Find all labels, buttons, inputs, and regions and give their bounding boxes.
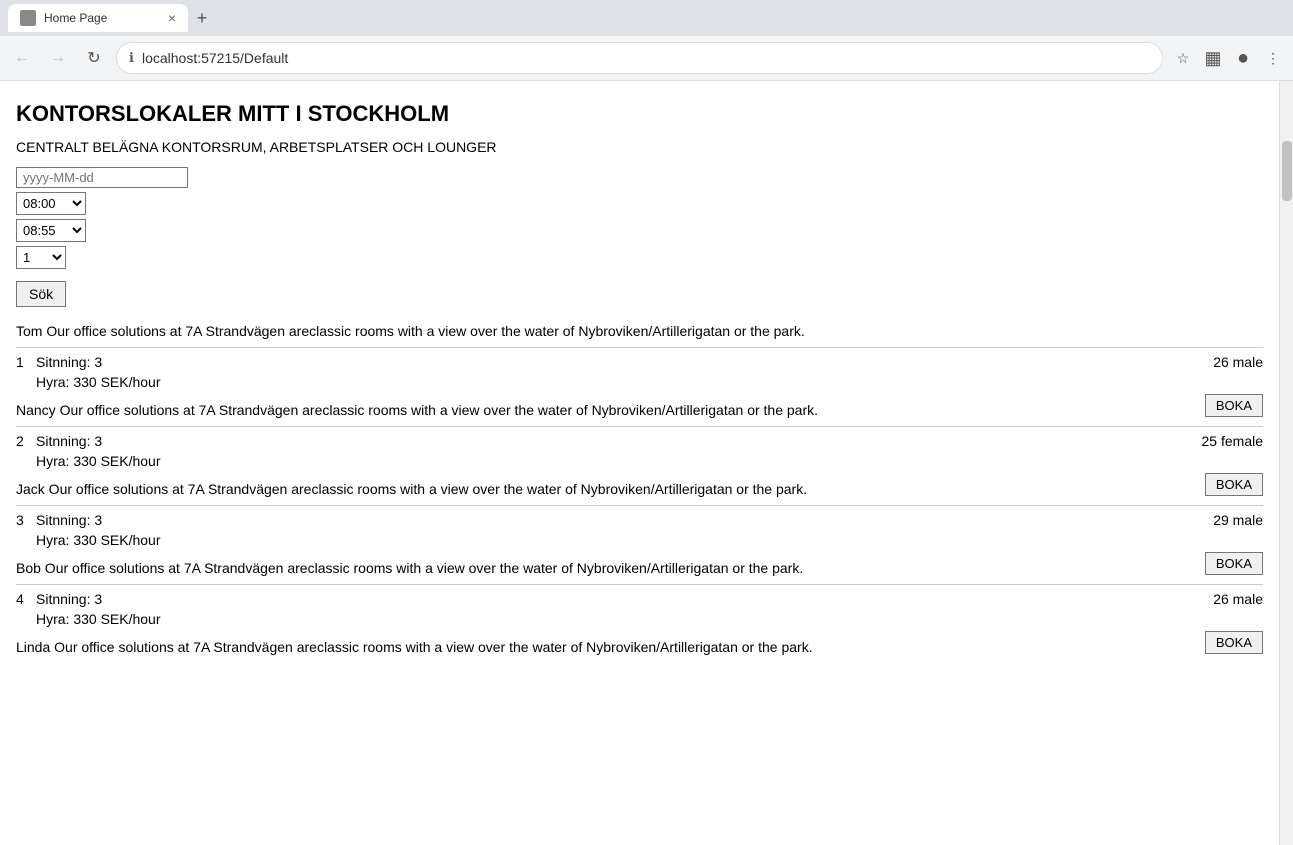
listing-3-age-gender: 29 male xyxy=(1213,512,1263,528)
listing-5-description: Linda Our office solutions at 7A Strandv… xyxy=(16,639,1263,655)
url-info-icon: ℹ xyxy=(129,50,134,66)
extension-icon[interactable]: ▦ xyxy=(1201,46,1225,70)
scrollbar-thumb[interactable] xyxy=(1282,141,1292,201)
bookmark-icon[interactable]: ☆ xyxy=(1171,46,1195,70)
listing-2-hyra: Hyra: 330 SEK/hour xyxy=(36,453,1263,469)
listing-number-4: 4 xyxy=(16,591,26,607)
listing-3-info: Sitnning: 3 29 male xyxy=(36,512,1263,528)
boka-button-4[interactable]: BOKA xyxy=(1205,631,1263,654)
page-content: KONTORSLOKALER MITT I STOCKHOLM CENTRALT… xyxy=(0,81,1279,845)
listing-4-description: Bob Our office solutions at 7A Strandväg… xyxy=(16,560,1263,576)
profile-icon[interactable]: ● xyxy=(1231,46,1255,70)
listing-1-hyra: Hyra: 330 SEK/hour xyxy=(36,374,1263,390)
listing-number-3: 3 xyxy=(16,512,26,528)
url-bar[interactable]: ℹ localhost:57215/Default xyxy=(116,42,1163,74)
browser-actions: ☆ ▦ ● ⋮ xyxy=(1171,46,1285,70)
listing-number-1: 1 xyxy=(16,354,26,370)
listing-3-hyra: Hyra: 330 SEK/hour xyxy=(36,532,1263,548)
listing-4-age-gender: 26 male xyxy=(1213,591,1263,607)
url-text: localhost:57215/Default xyxy=(142,50,1150,66)
forward-button[interactable]: → xyxy=(44,44,72,72)
listing-4-hyra: Hyra: 330 SEK/hour xyxy=(36,611,1263,627)
search-button[interactable]: Sök xyxy=(16,281,66,307)
listing-2-age-gender: 25 female xyxy=(1202,433,1263,449)
listing-2-info: Sitnning: 3 25 female xyxy=(36,433,1263,449)
listing-3-description: Jack Our office solutions at 7A Strandvä… xyxy=(16,481,1263,497)
start-time-select[interactable]: 08:00 08:30 09:00 09:30 10:00 xyxy=(16,192,86,215)
listings-container: 1 Sitnning: 3 26 male Hyra: 330 SEK/hour… xyxy=(16,347,1263,655)
listing-1-age-gender: 26 male xyxy=(1213,354,1263,370)
listing-item-3: 3 Sitnning: 3 29 male Hyra: 330 SEK/hour… xyxy=(16,505,1263,548)
address-bar: ← → ↻ ℹ localhost:57215/Default ☆ ▦ ● ⋮ xyxy=(0,36,1293,80)
listing-1-sitnning: Sitnning: 3 xyxy=(36,354,102,370)
listing-3-sitnning: Sitnning: 3 xyxy=(36,512,102,528)
menu-icon[interactable]: ⋮ xyxy=(1261,46,1285,70)
listing-number-2: 2 xyxy=(16,433,26,449)
page-wrapper: KONTORSLOKALER MITT I STOCKHOLM CENTRALT… xyxy=(0,81,1293,845)
scrollbar-track[interactable] xyxy=(1279,81,1293,845)
page-subtitle: CENTRALT BELÄGNA KONTORSRUM, ARBETSPLATS… xyxy=(16,139,1263,155)
new-tab-button[interactable]: + xyxy=(188,4,216,32)
listing-1-info: Sitnning: 3 26 male xyxy=(36,354,1263,370)
page-description: Tom Our office solutions at 7A Strandväg… xyxy=(16,323,1263,339)
tab-close-button[interactable]: × xyxy=(168,10,176,26)
listing-item: 1 Sitnning: 3 26 male Hyra: 330 SEK/hour… xyxy=(16,347,1263,390)
end-time-select[interactable]: 08:55 09:00 09:30 10:00 10:30 xyxy=(16,219,86,242)
date-input[interactable] xyxy=(16,167,188,188)
listing-item-4: 4 Sitnning: 3 26 male Hyra: 330 SEK/hour… xyxy=(16,584,1263,627)
boka-button-3[interactable]: BOKA xyxy=(1205,552,1263,575)
listing-4-sitnning: Sitnning: 3 xyxy=(36,591,102,607)
tab-bar: Home Page × + xyxy=(0,0,1293,36)
tab-title: Home Page xyxy=(44,11,107,25)
listing-2-sitnning: Sitnning: 3 xyxy=(36,433,102,449)
browser-tab[interactable]: Home Page × xyxy=(8,4,188,32)
search-form: 08:00 08:30 09:00 09:30 10:00 08:55 09:0… xyxy=(16,167,1263,307)
listing-4-info: Sitnning: 3 26 male xyxy=(36,591,1263,607)
listing-1-row: 1 Sitnning: 3 26 male Hyra: 330 SEK/hour xyxy=(16,354,1263,390)
back-button[interactable]: ← xyxy=(8,44,36,72)
listing-2-description: Nancy Our office solutions at 7A Strandv… xyxy=(16,402,1263,418)
page-main-title: KONTORSLOKALER MITT I STOCKHOLM xyxy=(16,101,1263,127)
boka-button-1[interactable]: BOKA xyxy=(1205,394,1263,417)
guests-select[interactable]: 1 2 3 4 xyxy=(16,246,66,269)
browser-chrome: Home Page × + ← → ↻ ℹ localhost:57215/De… xyxy=(0,0,1293,81)
reload-button[interactable]: ↻ xyxy=(80,44,108,72)
listing-item-2: 2 Sitnning: 3 25 female Hyra: 330 SEK/ho… xyxy=(16,426,1263,469)
boka-button-2[interactable]: BOKA xyxy=(1205,473,1263,496)
tab-favicon-icon xyxy=(20,10,36,26)
